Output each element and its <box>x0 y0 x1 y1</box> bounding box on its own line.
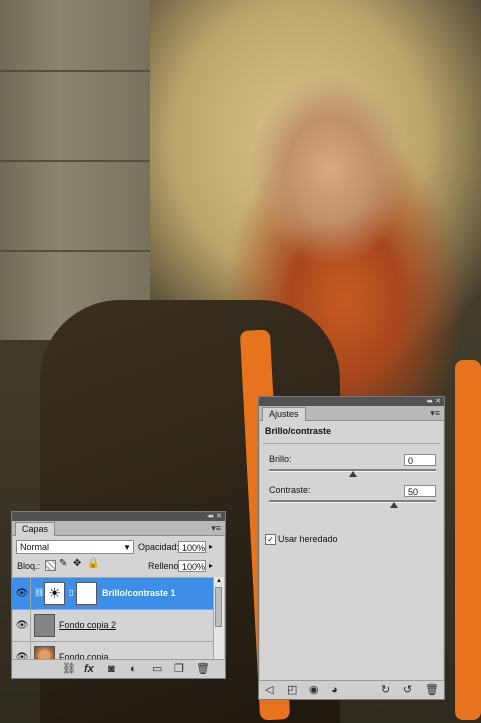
visibility-icon[interactable]: ◉ <box>309 684 319 696</box>
opacity-input[interactable]: 100% <box>178 541 206 553</box>
back-icon[interactable]: ◁ <box>265 684 273 696</box>
group-icon[interactable]: ▭ <box>152 663 162 675</box>
fx-icon[interactable]: fx <box>84 663 94 675</box>
scrollbar-thumb[interactable] <box>215 587 222 627</box>
stone-wall <box>0 0 150 340</box>
layer-name[interactable]: Brillo/contraste 1 <box>102 588 176 599</box>
layers-list: 👁 ⛓ ☀ ▯ Brillo/contraste 1 👁 Fondo copia… <box>12 577 225 662</box>
contrast-label: Contraste: <box>269 485 311 495</box>
fill-dropdown-icon[interactable]: ▸ <box>209 561 213 570</box>
trash-icon[interactable]: 🗑 <box>425 684 439 696</box>
clip-icon[interactable]: ◰ <box>287 684 297 696</box>
panel-menu-icon[interactable]: ▾≡ <box>430 407 440 419</box>
panel-menu-icon[interactable]: ▾≡ <box>211 522 221 534</box>
layers-bottombar: ⛓ fx ◙ ◐ ▭ ❐ 🗑 <box>12 659 225 678</box>
adjustment-title: Brillo/contraste <box>265 426 332 436</box>
layer-name[interactable]: Fondo copia 2 <box>59 620 116 631</box>
collapse-icon[interactable]: ◂◂ <box>207 512 213 521</box>
lock-label: Bloq.: <box>17 561 41 571</box>
brightness-slider-thumb[interactable] <box>348 471 357 477</box>
layer-row-fondo-copia-2[interactable]: 👁 Fondo copia 2 <box>12 610 213 642</box>
brightness-input[interactable]: 0 <box>404 454 436 466</box>
opacity-dropdown-icon[interactable]: ▸ <box>209 542 213 551</box>
lock-paint-icon[interactable]: ✎ <box>59 558 67 569</box>
legacy-checkbox[interactable]: ✓ <box>265 534 276 545</box>
link-icon: ⛓ <box>34 588 45 597</box>
new-layer-icon[interactable]: ❐ <box>174 663 184 675</box>
layers-scrollbar[interactable]: ▲ <box>213 577 224 661</box>
eye-icon[interactable]: 👁 <box>14 610 31 641</box>
contrast-slider-thumb[interactable] <box>390 502 399 508</box>
close-icon[interactable]: ✕ <box>216 512 222 521</box>
lock-transparent-icon[interactable] <box>45 560 56 571</box>
blend-mode-select[interactable]: Normal ▼ <box>16 540 134 554</box>
layers-tabrow: Capas ▾≡ <box>12 521 225 536</box>
layer-mask-thumb <box>76 582 97 605</box>
reset-icon[interactable]: ↺ <box>403 684 412 696</box>
legacy-checkbox-label: Usar heredado <box>278 534 338 544</box>
collapse-icon[interactable]: ◂◂ <box>426 397 432 406</box>
close-icon[interactable]: ✕ <box>435 397 441 406</box>
opacity-label: Opacidad: <box>138 542 180 552</box>
eye-icon[interactable]: 👁 <box>14 578 31 609</box>
tab-capas[interactable]: Capas <box>15 522 56 536</box>
gray-fill-thumb <box>34 614 55 637</box>
adjustments-titlebar: ◂◂ ✕ <box>259 397 444 406</box>
scrollbar-up-icon[interactable]: ▲ <box>214 577 224 585</box>
fill-label: Relleno: <box>148 561 182 571</box>
mask-link-icon: ▯ <box>69 588 74 597</box>
brightness-adjustment-thumb: ☀ <box>44 582 65 605</box>
contrast-input[interactable]: 50 <box>404 485 436 497</box>
layers-panel: ◂◂ ✕ Capas ▾≡ Normal ▼ Opacidad: 100% ▸ … <box>11 511 226 679</box>
layer-row-brightness[interactable]: 👁 ⛓ ☀ ▯ Brillo/contraste 1 <box>12 578 213 610</box>
adjustments-tabrow: Ajustes ▾≡ <box>259 406 444 421</box>
link-icon[interactable]: ⛓ <box>62 663 76 675</box>
adjustments-panel: ◂◂ ✕ Ajustes ▾≡ Brillo/contraste Brillo:… <box>258 396 445 700</box>
chevron-down-icon: ▼ <box>123 543 131 552</box>
brightness-label: Brillo: <box>269 454 292 464</box>
fill-input[interactable]: 100% <box>178 560 206 572</box>
lock-position-icon[interactable]: ✥ <box>73 558 81 569</box>
lock-all-icon[interactable]: 🔒 <box>87 558 99 569</box>
previous-state-icon[interactable]: ↻ <box>381 684 390 696</box>
contrast-slider[interactable] <box>269 500 436 503</box>
layers-titlebar: ◂◂ ✕ <box>12 512 225 521</box>
adjustment-icon[interactable]: ◐ <box>130 663 137 675</box>
mask-icon[interactable]: ◙ <box>108 663 115 675</box>
scarf-right <box>455 360 481 720</box>
trash-icon[interactable]: 🗑 <box>196 663 210 675</box>
blend-mode-value: Normal <box>20 542 50 552</box>
tab-ajustes[interactable]: Ajustes <box>262 407 306 421</box>
adjustments-bottombar: ◁ ◰ ◉ ◕ ↻ ↺ 🗑 <box>259 680 444 699</box>
eye-icon[interactable]: ◕ <box>331 684 338 696</box>
